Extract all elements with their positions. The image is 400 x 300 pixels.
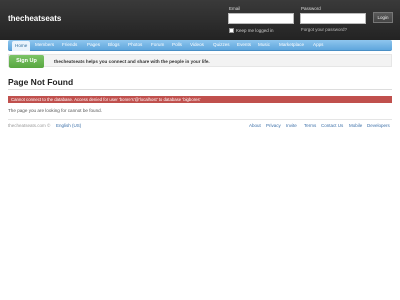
footer-link-about[interactable]: About — [249, 123, 261, 128]
nav-item-apps[interactable]: Apps — [313, 40, 323, 50]
nav-item-marketplace[interactable]: Marketplace — [279, 40, 304, 50]
footer-link-invite[interactable]: Invite — [286, 123, 297, 128]
nav-item-members[interactable]: Members — [35, 40, 54, 50]
site-name[interactable]: thecheatseats — [8, 14, 61, 23]
password-field[interactable] — [300, 13, 366, 24]
nav-item-pages[interactable]: Pages — [87, 40, 100, 50]
email-field[interactable] — [228, 13, 294, 24]
footer-link-privacy[interactable]: Privacy — [266, 123, 281, 128]
error-message: Cannot connect to the database. Access d… — [8, 96, 392, 103]
nav-item-music[interactable]: Music — [258, 40, 270, 50]
footer-link-terms[interactable]: Terms — [304, 123, 316, 128]
remember-checkbox[interactable] — [229, 28, 234, 33]
not-found-message: The page you are looking for cannot be f… — [8, 108, 102, 113]
signup-banner: Sign Up thecheatseats helps you connect … — [8, 54, 392, 68]
password-label: Password — [301, 6, 321, 11]
signup-button[interactable]: Sign Up — [9, 55, 44, 68]
main-nav: Home Members Friends Pages Blogs Photos … — [8, 40, 392, 51]
page-title: Page Not Found — [8, 77, 74, 87]
language-link[interactable]: English (US) — [56, 123, 81, 128]
nav-item-home[interactable]: Home — [12, 41, 31, 51]
forgot-password-link[interactable]: Forgot your password? — [301, 27, 347, 32]
nav-item-forum[interactable]: Forum — [151, 40, 164, 50]
nav-item-blogs[interactable]: Blogs — [108, 40, 120, 50]
nav-item-polls[interactable]: Polls — [172, 40, 182, 50]
nav-item-photos[interactable]: Photos — [128, 40, 142, 50]
signup-text: thecheatseats helps you connect and shar… — [54, 59, 210, 64]
remember-label: Keep me logged in — [236, 28, 274, 33]
nav-item-videos[interactable]: Videos — [190, 40, 204, 50]
footer-link-developers[interactable]: Developers — [367, 123, 390, 128]
nav-item-events[interactable]: Events — [237, 40, 251, 50]
login-button[interactable]: Login — [373, 12, 393, 23]
footer-divider — [8, 119, 392, 120]
footer-link-mobile[interactable]: Mobile — [349, 123, 362, 128]
nav-item-friends[interactable]: Friends — [62, 40, 77, 50]
divider — [8, 89, 392, 90]
email-label: Email — [229, 6, 241, 11]
copyright: thecheatseats.com © — [8, 123, 51, 128]
header: thecheatseats Email Password Login Keep … — [0, 0, 400, 40]
footer-link-contact[interactable]: Contact Us — [321, 123, 343, 128]
nav-item-quizzes[interactable]: Quizzes — [213, 40, 230, 50]
